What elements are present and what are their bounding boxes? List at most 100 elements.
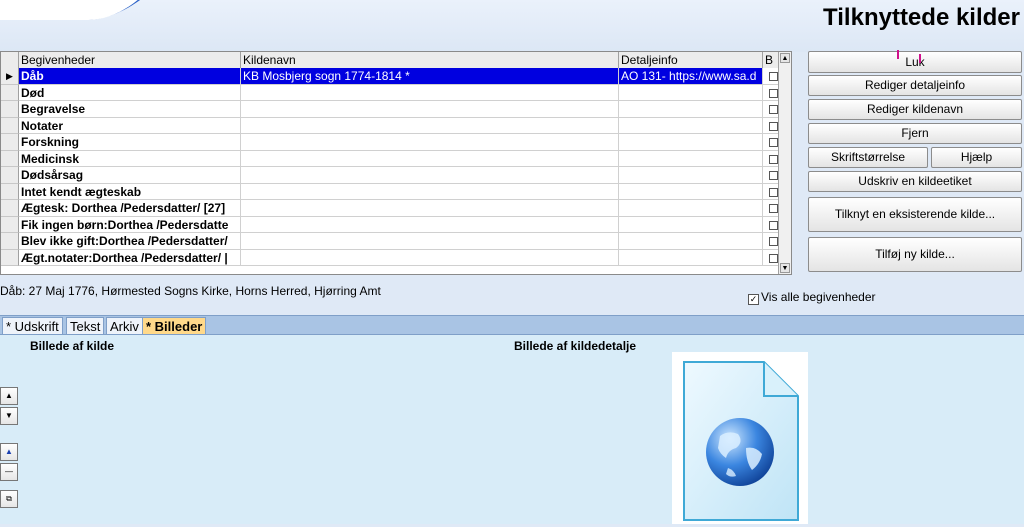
cell-source[interactable]: KB Mosbjerg sogn 1774-1814 * [241, 68, 619, 85]
cell-source[interactable] [241, 183, 619, 200]
checkbox-icon[interactable] [769, 121, 778, 131]
table-row[interactable]: Dødsårsag [1, 167, 779, 184]
move-down-icon[interactable]: ▼ [0, 407, 18, 425]
cell-event[interactable]: Blev ikke gift:Dorthea /Pedersdatter/ [19, 233, 241, 250]
table-row[interactable]: Notater [1, 117, 779, 134]
cell-source[interactable] [241, 249, 619, 266]
row-header[interactable] [1, 183, 19, 200]
copy-image-icon[interactable]: ⧉ [0, 490, 18, 508]
checkbox-icon[interactable] [769, 138, 778, 147]
cell-source[interactable] [241, 167, 619, 184]
checkbox-icon[interactable] [769, 72, 778, 81]
cell-b-checkbox[interactable] [763, 150, 779, 167]
edit-source-name-button[interactable]: Rediger kildenavn [808, 99, 1022, 120]
move-up-icon[interactable]: ▲ [0, 387, 18, 405]
table-row[interactable]: Intet kendt ægteskab [1, 183, 779, 200]
cell-detail[interactable] [619, 233, 763, 250]
cell-event[interactable]: Fik ingen børn:Dorthea /Pedersdatte [19, 216, 241, 233]
column-header-events[interactable]: Begivenheder [19, 52, 241, 68]
table-row[interactable]: Blev ikke gift:Dorthea /Pedersdatter/ [1, 233, 779, 250]
cell-event[interactable]: Dåb [19, 68, 241, 85]
add-image-icon[interactable]: ▲ [0, 443, 18, 461]
font-size-button[interactable]: Skriftstørrelse [808, 147, 928, 168]
cell-event[interactable]: Dødsårsag [19, 167, 241, 184]
checkbox-icon[interactable] [769, 253, 778, 263]
print-source-label-button[interactable]: Udskriv en kildeetiket [808, 171, 1022, 192]
row-header[interactable] [1, 216, 19, 233]
checkbox-icon[interactable] [769, 187, 778, 197]
add-new-source-button[interactable]: Tilføj ny kilde... [808, 237, 1022, 272]
cell-b-checkbox[interactable] [763, 216, 779, 233]
grid-vertical-scrollbar[interactable]: ▲ ▼ [778, 52, 791, 274]
cell-detail[interactable] [619, 249, 763, 266]
show-all-events-checkbox[interactable]: ✓ Vis alle begivenheder [748, 290, 876, 305]
checkbox-icon[interactable] [769, 154, 778, 164]
edit-detail-button[interactable]: Rediger detaljeinfo [808, 75, 1022, 96]
table-row[interactable]: Ægtesk: Dorthea /Pedersdatter/ [27] [1, 200, 779, 217]
cell-event[interactable]: Død [19, 84, 241, 101]
row-header[interactable] [1, 200, 19, 217]
table-row[interactable]: Begravelse [1, 101, 779, 118]
row-header[interactable] [1, 249, 19, 266]
cell-detail[interactable] [619, 150, 763, 167]
cell-event[interactable]: Medicinsk [19, 150, 241, 167]
cell-detail[interactable] [619, 183, 763, 200]
cell-b-checkbox[interactable] [763, 68, 779, 85]
scroll-up-icon[interactable]: ▲ [780, 53, 790, 63]
checkbox-icon[interactable] [769, 237, 778, 246]
cell-b-checkbox[interactable] [763, 101, 779, 118]
column-header-detail[interactable]: Detaljeinfo [619, 52, 763, 68]
cell-b-checkbox[interactable] [763, 84, 779, 101]
checkbox-icon[interactable] [769, 171, 778, 180]
attach-existing-source-button[interactable]: Tilknyt en eksisterende kilde... [808, 197, 1022, 232]
cell-detail[interactable] [619, 216, 763, 233]
row-header[interactable] [1, 117, 19, 134]
row-header[interactable] [1, 150, 19, 167]
close-button[interactable]: Luk [808, 51, 1022, 73]
row-header[interactable]: ▶ [1, 68, 19, 85]
column-header-source[interactable]: Kildenavn [241, 52, 619, 68]
cell-event[interactable]: Ægtesk: Dorthea /Pedersdatter/ [27] [19, 200, 241, 217]
cell-b-checkbox[interactable] [763, 134, 779, 151]
checkbox-icon[interactable] [769, 204, 778, 213]
cell-detail[interactable] [619, 134, 763, 151]
help-button[interactable]: Hjælp [931, 147, 1022, 168]
cell-event[interactable]: Forskning [19, 134, 241, 151]
cell-event[interactable]: Ægt.notater:Dorthea /Pedersdatter/ | [19, 249, 241, 266]
checkbox-checked-icon[interactable]: ✓ [748, 294, 759, 305]
cell-b-checkbox[interactable] [763, 117, 779, 134]
cell-detail[interactable] [619, 117, 763, 134]
cell-detail[interactable] [619, 167, 763, 184]
tab-images[interactable]: * Billeder [142, 317, 207, 334]
row-header[interactable] [1, 101, 19, 118]
column-header-b[interactable]: B [763, 52, 779, 68]
row-header[interactable] [1, 167, 19, 184]
tab-archive[interactable]: Arkiv [106, 317, 143, 334]
cell-detail[interactable] [619, 84, 763, 101]
row-header[interactable] [1, 134, 19, 151]
cell-detail[interactable] [619, 101, 763, 118]
cell-b-checkbox[interactable] [763, 233, 779, 250]
cell-event[interactable]: Intet kendt ægteskab [19, 183, 241, 200]
cell-event[interactable]: Notater [19, 117, 241, 134]
table-row[interactable]: Fik ingen børn:Dorthea /Pedersdatte [1, 216, 779, 233]
cell-source[interactable] [241, 101, 619, 118]
cell-detail[interactable]: AO 131- https://www.sa.d [619, 68, 763, 85]
cell-source[interactable] [241, 233, 619, 250]
tab-text[interactable]: Tekst [66, 317, 105, 334]
remove-image-icon[interactable]: — [0, 463, 18, 481]
row-header[interactable] [1, 84, 19, 101]
table-row[interactable]: Forskning [1, 134, 779, 151]
table-row[interactable]: Død [1, 84, 779, 101]
checkbox-icon[interactable] [769, 88, 778, 98]
cell-b-checkbox[interactable] [763, 183, 779, 200]
cell-b-checkbox[interactable] [763, 249, 779, 266]
detail-image-frame[interactable] [672, 352, 808, 524]
cell-source[interactable] [241, 84, 619, 101]
remove-button[interactable]: Fjern [808, 123, 1022, 144]
cell-b-checkbox[interactable] [763, 167, 779, 184]
cell-source[interactable] [241, 216, 619, 233]
table-row[interactable]: Ægt.notater:Dorthea /Pedersdatter/ | [1, 249, 779, 266]
cell-event[interactable]: Begravelse [19, 101, 241, 118]
cell-source[interactable] [241, 117, 619, 134]
